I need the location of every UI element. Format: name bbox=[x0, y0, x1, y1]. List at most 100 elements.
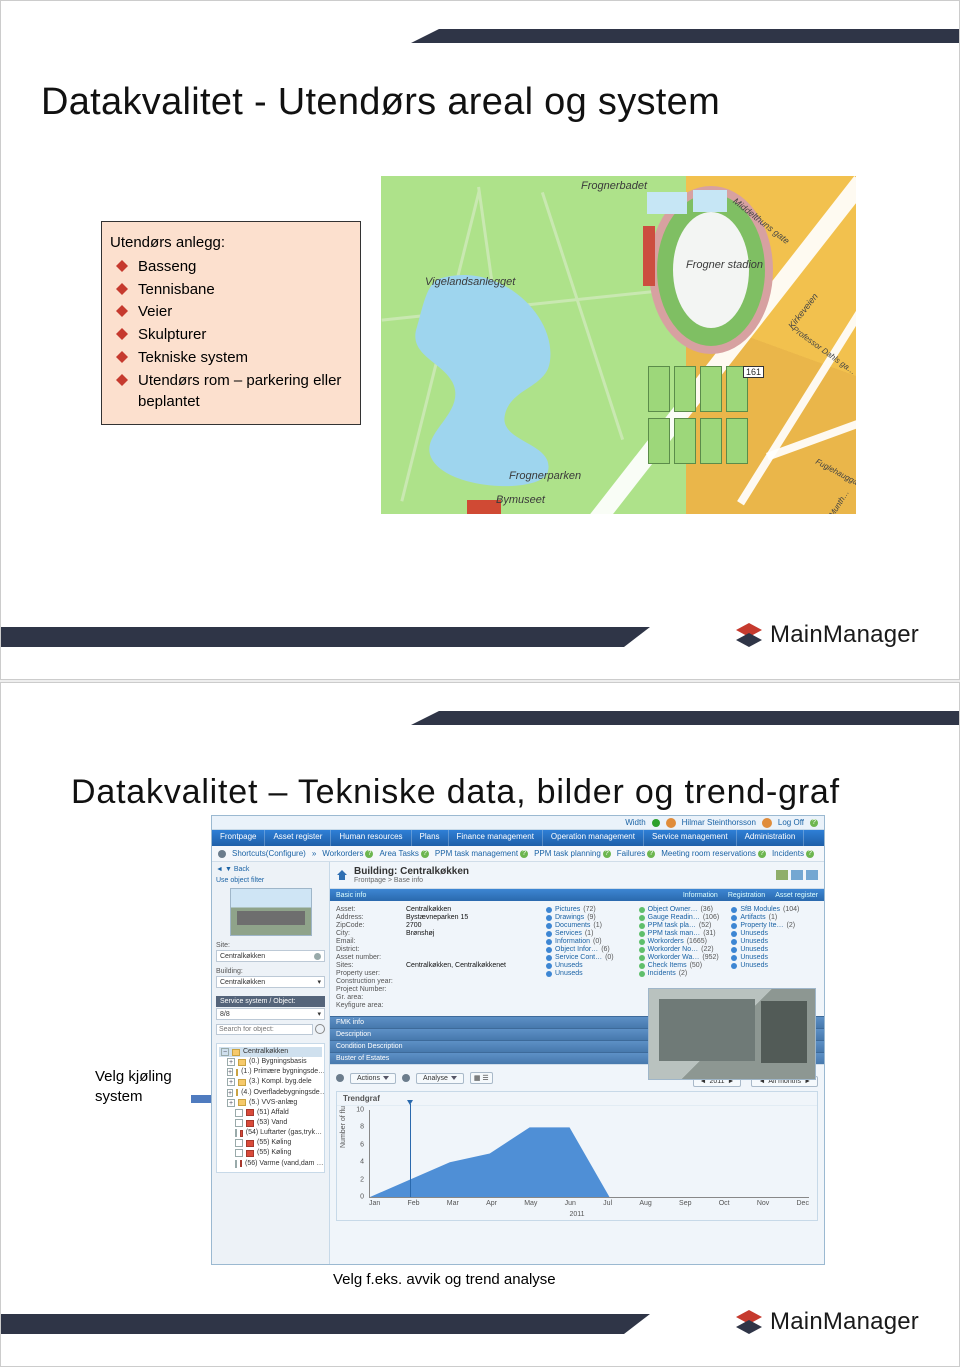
app-top-strip: Width Hilmar Steinthorsson Log Off ? bbox=[212, 816, 824, 830]
menu-item[interactable]: Administration bbox=[737, 830, 805, 846]
page-header: Building: Centralkøkken Frontpage > Base… bbox=[330, 862, 824, 889]
actions-button[interactable]: Actions bbox=[350, 1073, 396, 1084]
chart-plot-area: Number of flu 0246810 bbox=[369, 1110, 809, 1198]
toolbar-item[interactable]: Area Tasks ? bbox=[379, 849, 428, 858]
help-icon[interactable]: ? bbox=[758, 850, 766, 858]
menu-item[interactable]: Operation management bbox=[543, 830, 644, 846]
main-menu: FrontpageAsset registerHuman resourcesPl… bbox=[212, 830, 824, 846]
quick-link[interactable]: Unuseds bbox=[731, 962, 818, 969]
toolbar-item[interactable]: Meeting room reservations ? bbox=[661, 849, 766, 858]
quick-link[interactable]: PPM task pla… (52) bbox=[639, 922, 726, 929]
menu-item[interactable]: Plans bbox=[412, 830, 449, 846]
tree-item[interactable]: (51) Affald bbox=[219, 1108, 322, 1118]
quick-link[interactable]: PPM task man… (31) bbox=[639, 930, 726, 937]
field-value bbox=[406, 938, 540, 945]
action-icon[interactable] bbox=[776, 870, 788, 880]
menu-item[interactable]: Frontpage bbox=[212, 830, 265, 846]
help-icon[interactable]: ? bbox=[520, 850, 528, 858]
footer-accent-bar bbox=[1, 1314, 624, 1334]
toolbar-item[interactable]: Failures ? bbox=[617, 849, 655, 858]
footer-accent-bar bbox=[1, 627, 624, 647]
quick-link[interactable]: Drawings (9) bbox=[546, 914, 633, 921]
quick-link[interactable]: Services (1) bbox=[546, 930, 633, 937]
toolbar-item[interactable]: PPM task planning ? bbox=[534, 849, 611, 858]
toolbar-item[interactable]: PPM task management ? bbox=[435, 849, 528, 858]
quick-link[interactable]: Object Owner… (36) bbox=[639, 906, 726, 913]
quick-link[interactable]: Unuseds bbox=[731, 946, 818, 953]
x-tick-label: Oct bbox=[719, 1200, 730, 1207]
user-avatar-icon bbox=[666, 818, 676, 828]
menu-item[interactable]: Service management bbox=[644, 830, 737, 846]
action-icon[interactable] bbox=[791, 870, 803, 880]
menu-item[interactable]: Finance management bbox=[449, 830, 543, 846]
object-filter-link[interactable]: Use object filter bbox=[216, 877, 325, 884]
gear-icon[interactable] bbox=[402, 1074, 410, 1082]
map-label-frognerparken: Frognerparken bbox=[509, 470, 581, 482]
help-icon[interactable]: ? bbox=[810, 819, 818, 827]
back-link[interactable]: ◄▼Back bbox=[216, 866, 325, 873]
toolbar-item[interactable]: Incidents ? bbox=[772, 849, 814, 858]
tree-item[interactable]: +(0.) Bygningsbasis bbox=[219, 1057, 322, 1067]
trend-chart: Trendgraf Number of flu 0246810 JanFebMa… bbox=[336, 1091, 818, 1221]
quick-link[interactable]: Unuseds bbox=[731, 938, 818, 945]
quick-link[interactable]: Unuseds bbox=[546, 970, 633, 977]
tree-item[interactable]: (55) Køling bbox=[219, 1148, 322, 1158]
gear-icon[interactable] bbox=[336, 1074, 344, 1082]
help-icon[interactable]: ? bbox=[603, 850, 611, 858]
tree-root[interactable]: −Centralkøkken bbox=[219, 1047, 322, 1057]
quick-link[interactable]: Gauge Readin… (106) bbox=[639, 914, 726, 921]
help-icon[interactable]: ? bbox=[806, 850, 814, 858]
outdoor-facilities-box: Utendørs anlegg: BassengTennisbaneVeierS… bbox=[101, 221, 361, 425]
action-icon[interactable] bbox=[806, 870, 818, 880]
brand: MainManager bbox=[736, 1308, 919, 1336]
facility-item: Tekniske system bbox=[114, 347, 352, 369]
quick-link[interactable]: Workorders (1665) bbox=[639, 938, 726, 945]
quick-link[interactable]: Property Ite… (2) bbox=[731, 922, 818, 929]
link-dot-icon bbox=[639, 963, 645, 969]
quick-link[interactable]: SfB Modules (104) bbox=[731, 906, 818, 913]
quick-link[interactable]: Object Infor… (6) bbox=[546, 946, 633, 953]
area-fill bbox=[370, 1110, 809, 1197]
tree-item[interactable]: (54) Luftarter (gas,tryk… bbox=[219, 1128, 322, 1138]
quick-link[interactable]: Workorder No… (22) bbox=[639, 946, 726, 953]
link-dot-icon bbox=[731, 963, 737, 969]
quick-link[interactable]: Unuseds bbox=[731, 954, 818, 961]
quick-link[interactable]: Workorder Wa… (952) bbox=[639, 954, 726, 961]
site-dropdown[interactable]: Centralkøkken bbox=[216, 950, 325, 962]
quick-link[interactable]: Check Items (50) bbox=[639, 962, 726, 969]
mode-toggle[interactable]: ▦ ☰ bbox=[470, 1072, 493, 1084]
menu-item[interactable]: Asset register bbox=[265, 830, 331, 846]
basic-info-row: Asset number: bbox=[336, 954, 540, 961]
link-dot-icon bbox=[731, 947, 737, 953]
tree-item[interactable]: (53) Vand bbox=[219, 1118, 322, 1128]
link-dot-icon bbox=[546, 931, 552, 937]
tree-item[interactable]: +(4.) Overfladebygningsde… bbox=[219, 1088, 322, 1098]
tree-item[interactable]: (56) Varme (vand,dam … bbox=[219, 1159, 322, 1169]
quick-link[interactable]: Documents (1) bbox=[546, 922, 633, 929]
building-dropdown[interactable]: Centralkøkken▾ bbox=[216, 976, 325, 988]
field-value: 2700 bbox=[406, 922, 540, 929]
help-icon[interactable]: ? bbox=[647, 850, 655, 858]
quick-link[interactable]: Pictures (72) bbox=[546, 906, 633, 913]
quick-link[interactable]: Information (0) bbox=[546, 938, 633, 945]
analyse-button[interactable]: Analyse bbox=[416, 1073, 464, 1084]
logoff-link[interactable]: Log Off bbox=[778, 818, 804, 827]
help-icon[interactable]: ? bbox=[365, 850, 373, 858]
tree-item[interactable]: +(3.) Kompl. byg.dele bbox=[219, 1077, 322, 1087]
search-icon[interactable] bbox=[315, 1024, 325, 1034]
quick-link[interactable]: Service Cont… (0) bbox=[546, 954, 633, 961]
tree-item[interactable]: +(1.) Primære bygningsde… bbox=[219, 1067, 322, 1077]
quick-link[interactable]: Artifacts (1) bbox=[731, 914, 818, 921]
search-input[interactable] bbox=[216, 1024, 313, 1035]
toolbar-item[interactable]: Workorders ? bbox=[322, 849, 373, 858]
quick-link[interactable]: Unuseds bbox=[546, 962, 633, 969]
service-system-dropdown[interactable]: 8/8▾ bbox=[216, 1008, 325, 1020]
field-value bbox=[406, 946, 540, 953]
help-icon[interactable]: ? bbox=[421, 850, 429, 858]
gear-icon[interactable] bbox=[218, 850, 226, 858]
tree-item[interactable]: +(5.) VVS-anlæg bbox=[219, 1098, 322, 1108]
tree-item[interactable]: (55) Køling bbox=[219, 1138, 322, 1148]
menu-item[interactable]: Human resources bbox=[331, 830, 411, 846]
quick-link[interactable]: Incidents (2) bbox=[639, 970, 726, 977]
quick-link[interactable]: Unuseds bbox=[731, 930, 818, 937]
